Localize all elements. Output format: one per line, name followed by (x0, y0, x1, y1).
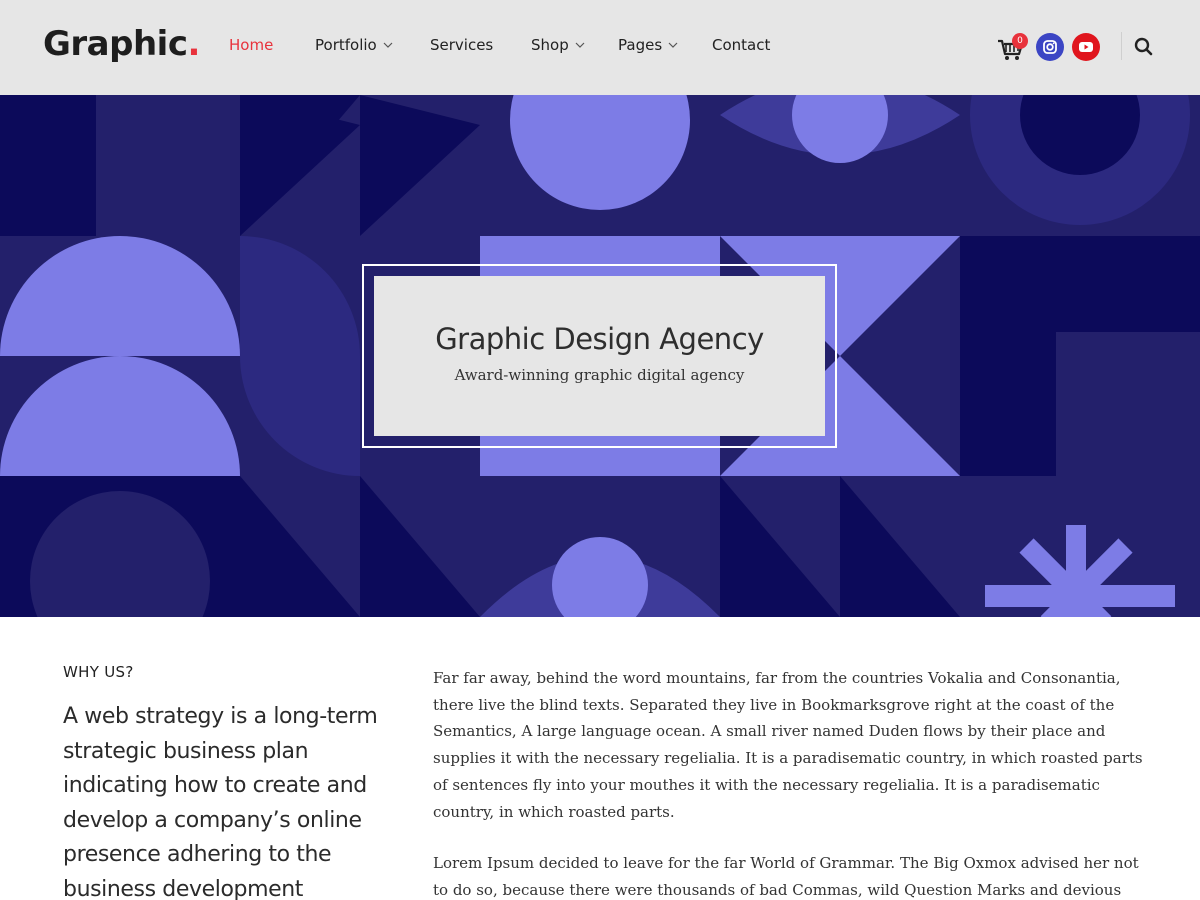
search-icon[interactable] (1133, 36, 1155, 58)
youtube-button[interactable] (1072, 33, 1100, 61)
hero-card: Graphic Design Agency Award-winning grap… (374, 276, 825, 436)
nav-pages[interactable]: Pages (618, 36, 678, 54)
cart-count-badge: 0 (1012, 33, 1028, 49)
nav-shop-label: Shop (531, 36, 569, 54)
body-paragraph-1: Far far away, behind the word mountains,… (433, 669, 1143, 821)
hero-banner: Graphic Design Agency Award-winning grap… (0, 95, 1200, 617)
hero-title: Graphic Design Agency (435, 322, 764, 356)
chevron-down-icon (575, 42, 585, 48)
logo-dot: . (187, 24, 200, 64)
nav-portfolio[interactable]: Portfolio (315, 36, 393, 54)
instagram-button[interactable] (1036, 33, 1064, 61)
logo-text: Graphic (43, 24, 188, 64)
nav-pages-label: Pages (618, 36, 663, 54)
nav-portfolio-label: Portfolio (315, 36, 377, 54)
chevron-down-icon (668, 42, 678, 48)
section-eyebrow: WHY US? (63, 663, 134, 681)
instagram-icon (1043, 40, 1057, 54)
youtube-icon (1079, 42, 1093, 52)
nav-services[interactable]: Services (430, 36, 493, 54)
nav-shop[interactable]: Shop (531, 36, 585, 54)
nav-home-label: Home (229, 36, 274, 54)
nav-contact-label: Contact (712, 36, 771, 54)
body-paragraph-2: Lorem Ipsum decided to leave for the far… (433, 854, 1139, 899)
site-logo[interactable]: Graphic. (43, 24, 200, 64)
chevron-down-icon (383, 42, 393, 48)
nav-services-label: Services (430, 36, 494, 54)
site-header: Graphic. Home Portfolio Services Shop Pa… (0, 0, 1200, 95)
header-divider (1121, 32, 1122, 60)
nav-home[interactable]: Home (229, 36, 273, 54)
hero-subtitle: Award-winning graphic digital agency (454, 366, 745, 384)
section-lead-heading: A web strategy is a long-term strategic … (63, 704, 378, 900)
nav-contact[interactable]: Contact (712, 36, 770, 54)
